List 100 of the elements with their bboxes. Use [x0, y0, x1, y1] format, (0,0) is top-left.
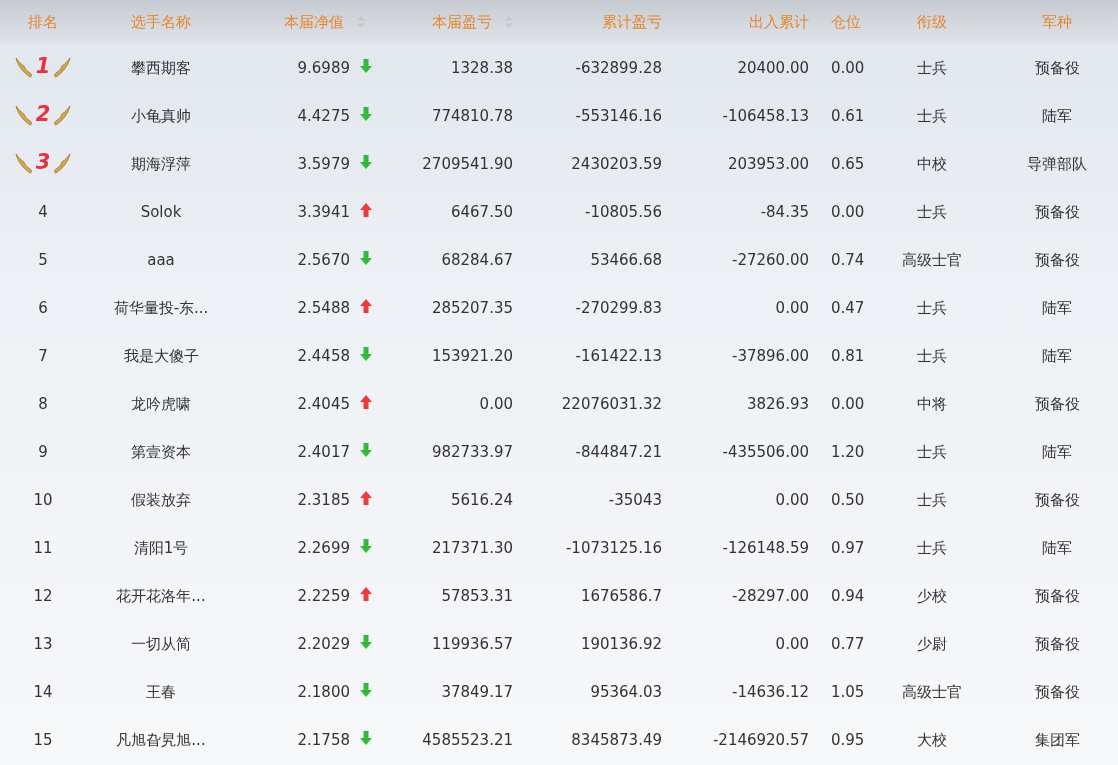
- table-cell: 2.1800: [297, 683, 350, 702]
- table-cell: 士兵: [917, 106, 947, 126]
- player-name: 小龟真帅: [131, 106, 191, 126]
- table-cell: 0.50: [831, 491, 865, 510]
- table-cell: 预备役: [1034, 490, 1080, 510]
- rank-number: 4: [38, 203, 48, 222]
- table-cell: 士兵: [917, 58, 947, 78]
- table-cell: 0.77: [831, 635, 865, 654]
- table-cell: 士兵: [917, 346, 947, 366]
- table-cell: -14636.12: [732, 683, 809, 702]
- table-cell: -270299.83: [575, 299, 662, 318]
- table-cell: 285207.35: [431, 299, 513, 318]
- table-cell: 大校: [917, 730, 947, 750]
- player-name: 清阳1号: [133, 538, 189, 558]
- table-cell: 2.4017: [297, 443, 350, 462]
- table-cell: 2.2029: [297, 635, 350, 654]
- column-header[interactable]: 本届盈亏: [432, 12, 492, 32]
- table-cell: 37849.17: [441, 683, 513, 702]
- table-cell: -84.35: [760, 203, 809, 222]
- player-name: 期海浮萍: [131, 154, 191, 174]
- table-cell: -161422.13: [575, 347, 662, 366]
- table-cell: 774810.78: [431, 107, 513, 126]
- table-cell: 0.74: [831, 251, 865, 270]
- table-cell: 3826.93: [746, 395, 809, 414]
- table-cell: 2.5488: [297, 299, 350, 318]
- table-cell: 3.5979: [297, 155, 350, 174]
- rank-number: 3: [35, 150, 51, 174]
- table-cell: 中将: [917, 394, 947, 414]
- table-cell: 2.1758: [297, 731, 350, 750]
- table-cell: -106458.13: [722, 107, 809, 126]
- table-cell: 2.2699: [297, 539, 350, 558]
- rank-number: 14: [33, 683, 53, 702]
- table-cell: 士兵: [917, 538, 947, 558]
- table-cell: 0.65: [831, 155, 865, 174]
- table-cell: 20400.00: [737, 59, 809, 78]
- table-cell: -844847.21: [575, 443, 662, 462]
- player-name: 花开花洛年...: [116, 586, 206, 606]
- table-cell: 53466.68: [590, 251, 662, 270]
- column-header: 仓位: [831, 12, 861, 32]
- rank-number: 1: [35, 54, 51, 78]
- table-cell: 0.00: [831, 59, 865, 78]
- table-cell: 22076031.32: [561, 395, 662, 414]
- player-name: 攀西期客: [131, 58, 191, 78]
- table-cell: 陆军: [1042, 106, 1072, 126]
- column-header[interactable]: 本届净值: [284, 12, 344, 32]
- rank-number: 2: [35, 102, 51, 126]
- table-cell: -10805.56: [585, 203, 662, 222]
- table-cell: 2.4458: [297, 347, 350, 366]
- table-cell: 少尉: [917, 634, 947, 654]
- table-cell: 预备役: [1034, 682, 1080, 702]
- table-cell: 士兵: [917, 490, 947, 510]
- table-cell: 预备役: [1034, 394, 1080, 414]
- table-cell: 95364.03: [590, 683, 662, 702]
- player-name: Solok: [140, 203, 182, 222]
- table-cell: 9.6989: [297, 59, 350, 78]
- table-cell: 153921.20: [431, 347, 513, 366]
- table-cell: 1676586.7: [580, 587, 662, 606]
- player-name: 一切从简: [131, 634, 191, 654]
- column-header: 选手名称: [131, 12, 191, 32]
- table-cell: 陆军: [1042, 538, 1072, 558]
- table-cell: 0.61: [831, 107, 865, 126]
- table-cell: 预备役: [1034, 250, 1080, 270]
- table-cell: -28297.00: [732, 587, 809, 606]
- table-cell: 陆军: [1042, 346, 1072, 366]
- player-name: 荷华量投-东...: [113, 298, 209, 318]
- rank-number: 15: [33, 731, 53, 750]
- player-name: aaa: [147, 251, 175, 270]
- table-cell: 导弹部队: [1027, 154, 1087, 174]
- table-cell: 0.00: [831, 395, 865, 414]
- table-cell: 4.4275: [297, 107, 350, 126]
- column-header: 累计盈亏: [602, 12, 662, 32]
- table-cell: -435506.00: [722, 443, 809, 462]
- rank-number: 6: [38, 299, 48, 318]
- table-cell: 68284.67: [441, 251, 513, 270]
- column-header: 出入累计: [749, 12, 809, 32]
- table-cell: -1073125.16: [565, 539, 662, 558]
- table-cell: 119936.57: [431, 635, 513, 654]
- table-cell: 2430203.59: [571, 155, 662, 174]
- table-cell: 1.20: [831, 443, 865, 462]
- table-cell: 982733.97: [431, 443, 513, 462]
- table-cell: -632899.28: [575, 59, 662, 78]
- rank-number: 13: [33, 635, 53, 654]
- player-name: 我是大傻子: [123, 346, 199, 366]
- rank-number: 8: [38, 395, 48, 414]
- table-cell: 陆军: [1042, 442, 1072, 462]
- table-cell: 2709541.90: [422, 155, 513, 174]
- table-cell: 集团军: [1034, 730, 1080, 750]
- table-cell: 4585523.21: [422, 731, 513, 750]
- table-cell: 预备役: [1034, 58, 1080, 78]
- table-cell: 0.94: [831, 587, 865, 606]
- table-cell: 预备役: [1034, 202, 1080, 222]
- table-cell: 士兵: [917, 202, 947, 222]
- rank-number: 7: [38, 347, 48, 366]
- table-cell: 3.3941: [297, 203, 350, 222]
- table-cell: 预备役: [1034, 634, 1080, 654]
- table-cell: 0.95: [831, 731, 865, 750]
- table-cell: 0.00: [775, 491, 809, 510]
- table-cell: 8345873.49: [571, 731, 662, 750]
- player-name: 王春: [146, 682, 176, 702]
- table-cell: 190136.92: [580, 635, 662, 654]
